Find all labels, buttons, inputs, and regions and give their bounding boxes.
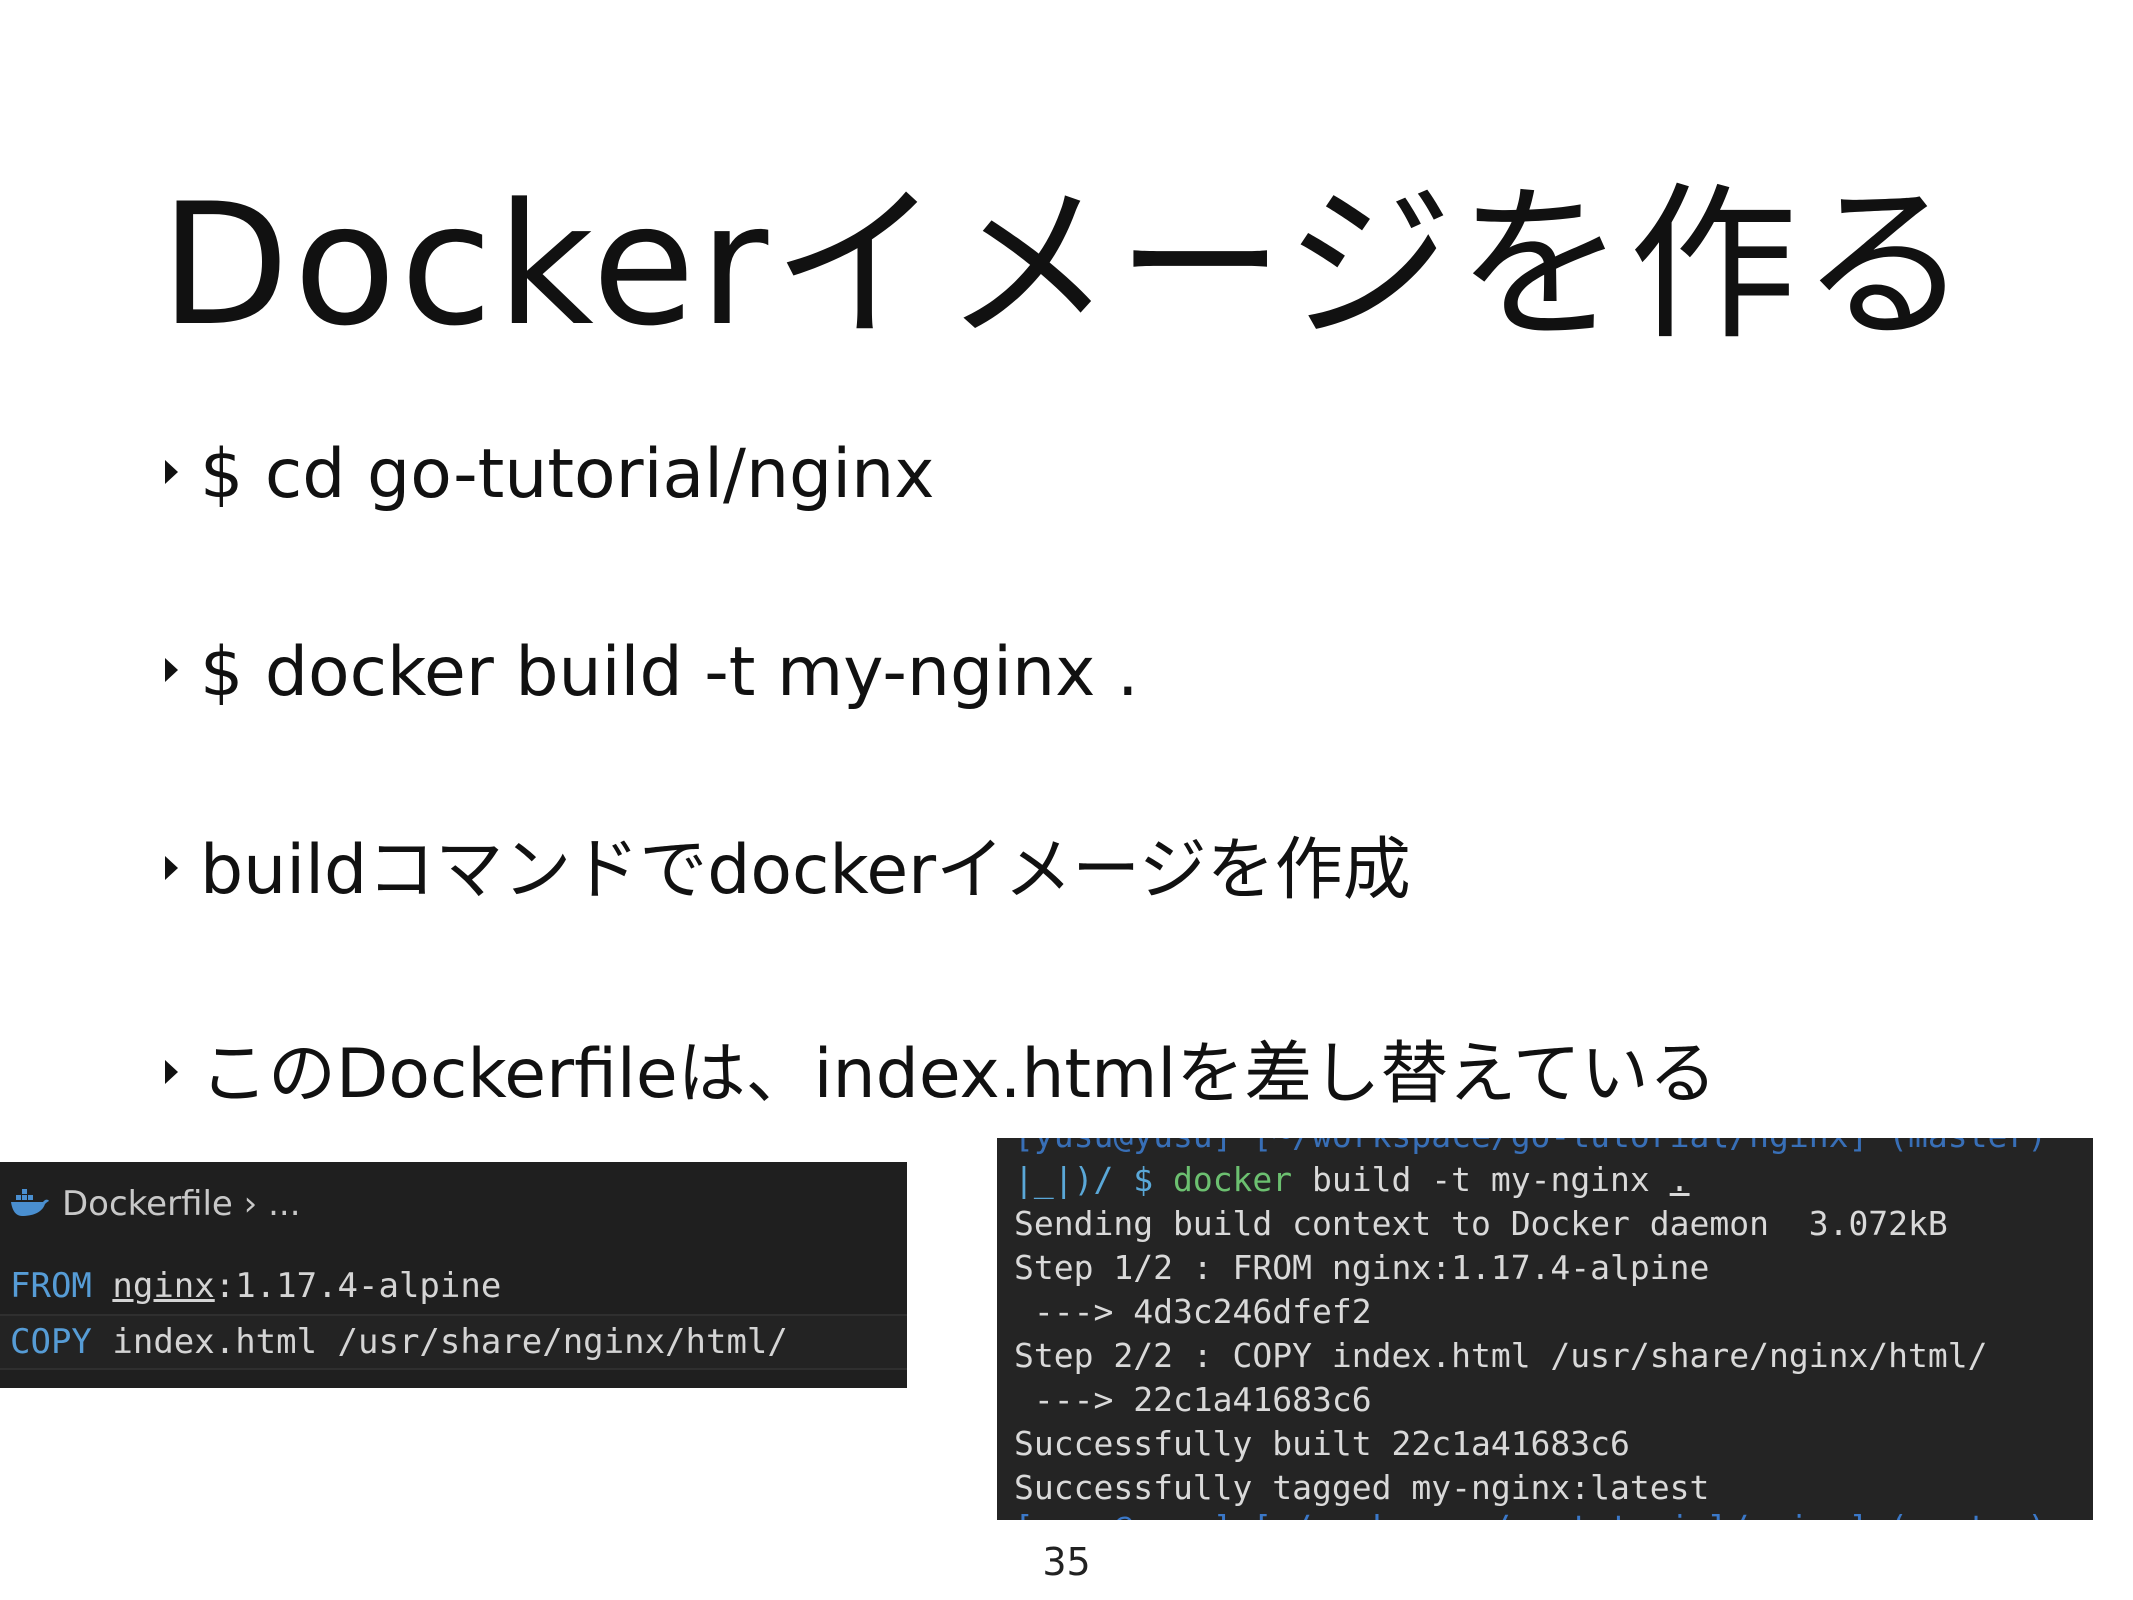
bullet-text: buildコマンドでdockerイメージを作成	[200, 831, 1411, 910]
bullet-item: $ cd go-tutorial/nginx	[165, 430, 934, 520]
bullet-triangle-icon	[165, 856, 178, 881]
slide-title: Dockerイメージを作る	[160, 167, 1973, 363]
bullet-text: このDockerfileは、index.htmlを差し替えている	[200, 1035, 1717, 1114]
terminal-line-partial: [yusu@yusu] [~/workspace/go-tutorial/ngi…	[1014, 1138, 2047, 1158]
bullet-triangle-icon	[165, 460, 178, 485]
prompt-args: build -t my-nginx	[1292, 1160, 1670, 1199]
bullet-item: $ docker build -t my-nginx .	[165, 628, 1139, 718]
bullet-text: $ cd go-tutorial/nginx	[200, 435, 935, 514]
code-arg-rest: :1.17.4-alpine	[214, 1266, 502, 1306]
breadcrumb-rest: ...	[268, 1184, 301, 1224]
page-number: 35	[1042, 1540, 1091, 1584]
breadcrumb-separator: ›	[243, 1184, 258, 1224]
code-arg: index.html /usr/share/nginx/html/	[112, 1322, 788, 1362]
breadcrumb-file: Dockerfile	[62, 1184, 233, 1224]
terminal-output-line: Step 2/2 : COPY index.html /usr/share/ng…	[1014, 1336, 1988, 1375]
editor-breadcrumb: Dockerfile › ...	[10, 1180, 301, 1228]
terminal-prompt: |_|)/ $ docker build -t my-nginx .	[1014, 1158, 1690, 1202]
terminal-output-line: Step 1/2 : FROM nginx:1.17.4-alpine	[1014, 1248, 1710, 1287]
code-line: COPY index.html /usr/share/nginx/html/	[0, 1314, 907, 1370]
code-arg: nginx	[112, 1266, 215, 1306]
bullet-item: buildコマンドでdockerイメージを作成	[165, 826, 1411, 916]
docker-whale-icon	[10, 1182, 50, 1230]
bullet-item: このDockerfileは、index.htmlを差し替えている	[165, 1030, 1717, 1120]
prompt-prefix: |_|)/ $	[1014, 1160, 1173, 1199]
prompt-dot: .	[1669, 1160, 1690, 1199]
prompt-command: docker	[1172, 1160, 1293, 1199]
code-keyword: COPY	[10, 1322, 92, 1362]
terminal-output-line: ---> 4d3c246dfef2	[1014, 1292, 1372, 1331]
bullet-text: $ docker build -t my-nginx .	[200, 633, 1139, 712]
terminal-output-line: ---> 22c1a41683c6	[1014, 1380, 1372, 1419]
code-line: FROM nginx:1.17.4-alpine	[10, 1260, 501, 1312]
dockerfile-editor-screenshot: Dockerfile › ... FROM nginx:1.17.4-alpin…	[0, 1162, 907, 1388]
terminal-line-partial: [yusu@yusu] [~/workspace/go-tutorial/ngi…	[1014, 1506, 2047, 1520]
bullet-triangle-icon	[165, 658, 178, 683]
terminal-output-line: Successfully built 22c1a41683c6	[1014, 1424, 1630, 1463]
terminal-screenshot: [yusu@yusu] [~/workspace/go-tutorial/ngi…	[997, 1138, 2093, 1520]
bullet-triangle-icon	[165, 1060, 178, 1085]
terminal-output-line: Successfully tagged my-nginx:latest	[1014, 1468, 1710, 1507]
terminal-output-line: Sending build context to Docker daemon 3…	[1014, 1204, 1948, 1243]
code-keyword: FROM	[10, 1266, 92, 1306]
